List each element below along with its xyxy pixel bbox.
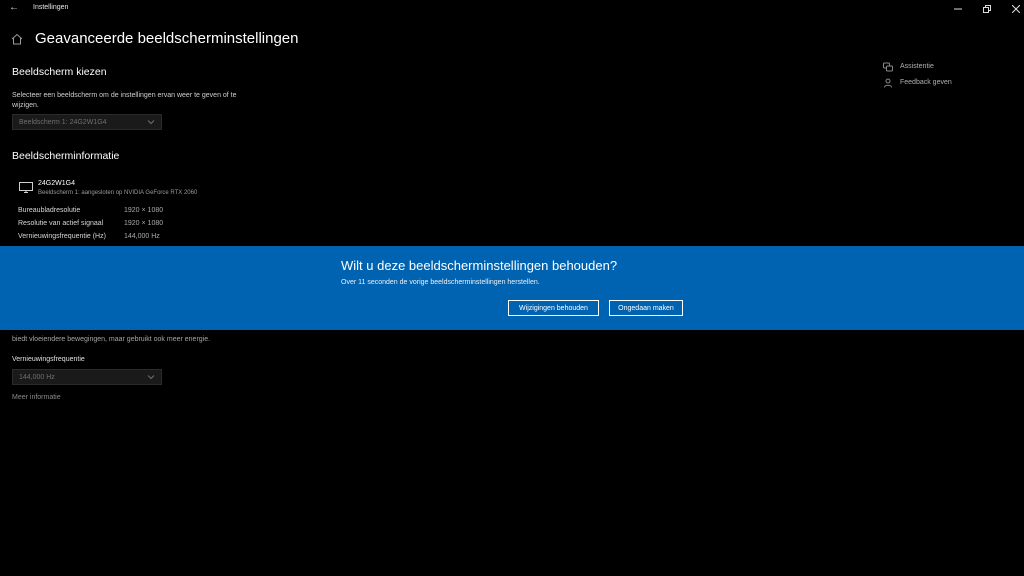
more-info-link[interactable]: Meer informatie xyxy=(12,394,61,401)
keep-settings-dialog: Wilt u deze beeldscherminstellingen beho… xyxy=(0,246,1024,330)
info-label-signal-resolution: Resolutie van actief signaal xyxy=(18,220,104,227)
choose-display-heading: Beeldscherm kiezen xyxy=(12,66,107,78)
restore-icon xyxy=(983,5,991,13)
display-select-value: Beeldscherm 1: 24G2W1G4 xyxy=(19,119,107,126)
display-select[interactable]: Beeldscherm 1: 24G2W1G4 xyxy=(12,114,162,130)
choose-display-description-2: wijzigen. xyxy=(12,102,39,109)
minimize-button[interactable] xyxy=(944,0,972,18)
info-label-desktop-resolution: Bureaubladresolutie xyxy=(18,207,81,214)
assistance-link[interactable]: Assistentie xyxy=(900,63,934,70)
page-title: Geavanceerde beeldscherminstellingen xyxy=(35,30,299,47)
display-info-heading: Beeldscherminformatie xyxy=(12,150,120,162)
refresh-rate-label: Vernieuwingsfrequentie xyxy=(12,356,85,363)
monitor-name: 24G2W1G4 xyxy=(38,180,75,187)
info-label-refresh-rate: Vernieuwingsfrequentie (Hz) xyxy=(18,233,106,240)
maximize-button[interactable] xyxy=(973,0,1001,18)
window-title: Instellingen xyxy=(33,4,69,11)
info-value-desktop-resolution: 1920 × 1080 xyxy=(124,207,164,214)
minimize-icon xyxy=(954,8,962,10)
dialog-title: Wilt u deze beeldscherminstellingen beho… xyxy=(341,258,618,273)
chevron-down-icon xyxy=(147,375,155,380)
info-value-signal-resolution: 1920 × 1080 xyxy=(124,220,164,227)
refresh-rate-select[interactable]: 144,000 Hz xyxy=(12,369,162,385)
back-arrow-icon[interactable]: ← xyxy=(8,2,20,14)
title-bar: ← Instellingen xyxy=(0,0,1024,18)
close-button[interactable] xyxy=(1002,0,1024,18)
revert-button[interactable]: Ongedaan maken xyxy=(609,300,683,316)
monitor-icon xyxy=(19,182,33,193)
dialog-countdown-text: Over 11 seconden de vorige beeldschermin… xyxy=(341,279,540,286)
home-icon[interactable] xyxy=(11,33,23,45)
info-value-refresh-rate: 144,000 Hz xyxy=(124,233,160,240)
monitor-connection: Beeldscherm 1: aangesloten op NVIDIA GeF… xyxy=(38,190,198,196)
refresh-description: biedt vloeiendere bewegingen, maar gebru… xyxy=(12,336,211,343)
refresh-rate-select-value: 144,000 Hz xyxy=(19,374,55,381)
chevron-down-icon xyxy=(147,120,155,125)
feedback-icon xyxy=(884,78,892,88)
close-icon xyxy=(1012,5,1020,13)
assistance-icon xyxy=(883,62,893,72)
keep-changes-button[interactable]: Wijzigingen behouden xyxy=(508,300,599,316)
choose-display-description-1: Selecteer een beeldscherm om de instelli… xyxy=(12,92,237,99)
feedback-link[interactable]: Feedback geven xyxy=(900,79,952,86)
